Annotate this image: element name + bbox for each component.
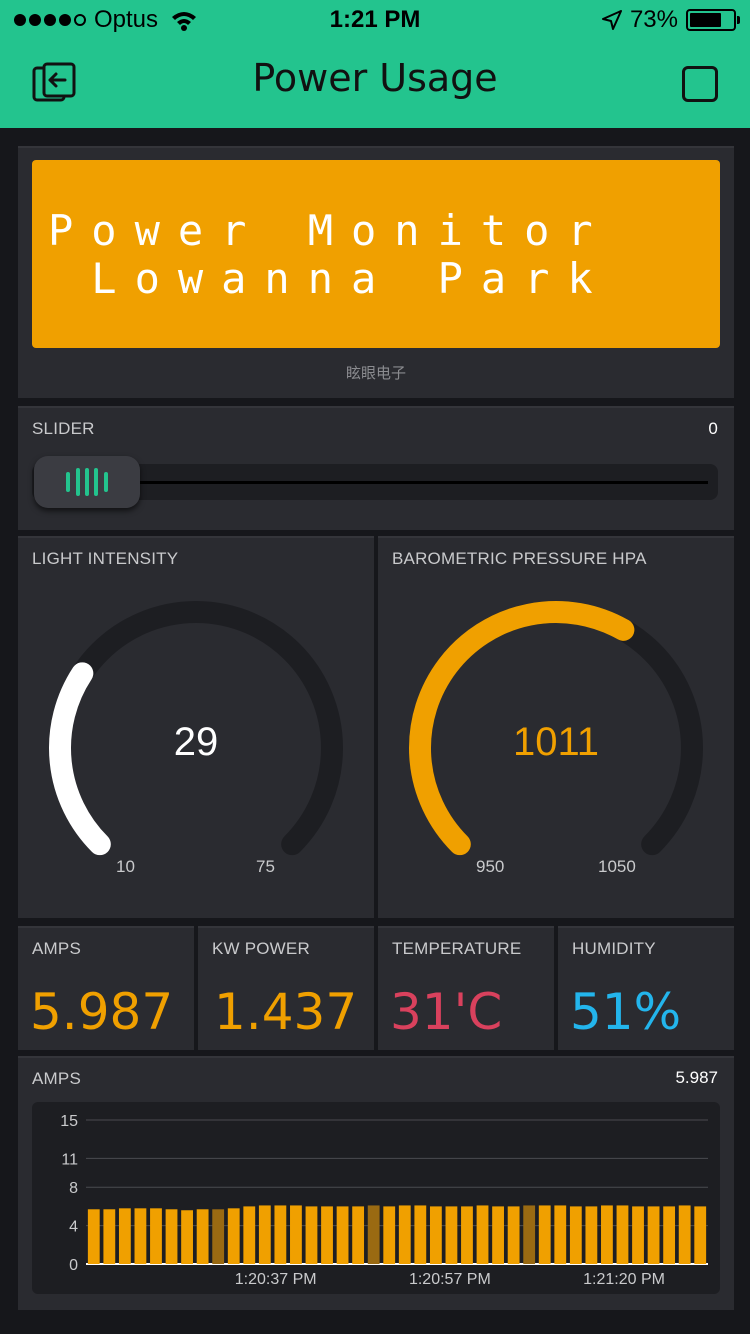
value-temperature: 31'C bbox=[390, 983, 503, 1041]
chart-bar bbox=[274, 1205, 287, 1264]
chart-bar bbox=[616, 1205, 629, 1264]
chart-bar bbox=[227, 1208, 240, 1264]
chart-bar bbox=[87, 1209, 100, 1264]
chart-bar bbox=[694, 1206, 707, 1264]
chart-bar bbox=[321, 1206, 333, 1264]
chart-bar bbox=[538, 1205, 551, 1264]
chart-bar bbox=[383, 1206, 396, 1264]
chart-y-tick-label: 11 bbox=[61, 1151, 78, 1168]
chart-bar bbox=[150, 1208, 162, 1264]
chart-x-tick-label: 1:21:20 PM bbox=[583, 1271, 665, 1288]
slider-value: 0 bbox=[708, 419, 718, 438]
slider-grip-icon bbox=[94, 468, 98, 496]
chart-bar bbox=[601, 1205, 613, 1264]
value-amps: 5.987 bbox=[30, 983, 174, 1041]
slider-label: SLIDER bbox=[32, 419, 95, 438]
chart-x-tick-label: 1:20:57 PM bbox=[409, 1271, 491, 1288]
chart-bar bbox=[554, 1205, 567, 1264]
slider-thumb[interactable] bbox=[34, 456, 140, 508]
status-bar: Optus 1:21 PM 73% bbox=[0, 0, 750, 40]
location-arrow-icon bbox=[601, 10, 622, 30]
lcd-caption: 眩眼电子 bbox=[345, 364, 406, 382]
chart-bar bbox=[476, 1205, 489, 1264]
chart-y-tick-label: 15 bbox=[60, 1113, 78, 1130]
gauge-min-pressure: 950 bbox=[476, 857, 505, 876]
gauge-min-light: 10 bbox=[116, 857, 135, 876]
chart-bar bbox=[507, 1206, 520, 1264]
value-label-temperature: TEMPERATURE bbox=[392, 939, 522, 958]
value-label-humidity: HUMIDITY bbox=[572, 939, 656, 958]
chart-bar bbox=[445, 1206, 458, 1264]
chart-bar bbox=[367, 1205, 380, 1264]
chart-bar bbox=[243, 1206, 256, 1264]
chart-bar bbox=[165, 1209, 178, 1264]
chart-current-value: 5.987 bbox=[675, 1068, 718, 1087]
chart-bar bbox=[103, 1209, 116, 1264]
chart-bar bbox=[492, 1206, 504, 1264]
battery-level bbox=[690, 13, 721, 27]
value-label-kw: KW POWER bbox=[212, 939, 310, 958]
slider-grip-icon bbox=[104, 472, 108, 492]
chart-bar bbox=[523, 1205, 536, 1264]
chart-bar bbox=[647, 1206, 660, 1264]
slider-grip-icon bbox=[85, 468, 89, 496]
stop-button[interactable] bbox=[682, 66, 718, 102]
gauge-max-pressure: 1050 bbox=[598, 857, 636, 876]
lcd-display: Power Monitor Lowanna Park bbox=[32, 160, 720, 348]
chart-bar bbox=[429, 1206, 442, 1264]
value-humidity: 51% bbox=[570, 983, 682, 1041]
chart-y-tick-label: 4 bbox=[69, 1219, 78, 1236]
chart-bar bbox=[663, 1206, 676, 1264]
gauge-value-pressure: 1011 bbox=[512, 720, 599, 764]
chart-label: AMPS bbox=[32, 1069, 81, 1088]
chart-bar bbox=[352, 1206, 365, 1264]
slider-grip-icon bbox=[66, 472, 70, 492]
chart-bar bbox=[632, 1206, 644, 1264]
page-title: Power Usage bbox=[252, 56, 498, 100]
chart-y-tick-label: 8 bbox=[69, 1180, 78, 1197]
chart-bar bbox=[212, 1209, 225, 1264]
nav-bar: Power Usage bbox=[0, 40, 750, 128]
amps-bar-chart: 15 11 8 4 0 1:20:37 PM 1:20:57 PM 1:21:20 PM bbox=[60, 1113, 708, 1288]
chart-bar bbox=[134, 1208, 147, 1264]
chart-bar bbox=[305, 1206, 318, 1264]
value-kw: 1.437 bbox=[214, 983, 358, 1041]
slider-grip-icon bbox=[76, 468, 80, 496]
gauge-value-light: 29 bbox=[173, 720, 219, 764]
lcd-line-2: Lowanna Park bbox=[48, 254, 611, 303]
chart-bar bbox=[258, 1205, 271, 1264]
value-label-amps: AMPS bbox=[32, 939, 81, 958]
chart-bar bbox=[461, 1206, 473, 1264]
chart-bar bbox=[569, 1206, 582, 1264]
chart-bar bbox=[290, 1205, 302, 1264]
chart-bar bbox=[118, 1208, 131, 1264]
slider-rail bbox=[132, 481, 708, 484]
chart-bar bbox=[585, 1206, 598, 1264]
battery-percent: 73% bbox=[629, 6, 678, 33]
chart-x-tick-label: 1:20:37 PM bbox=[235, 1271, 317, 1288]
chart-bar bbox=[678, 1205, 691, 1264]
battery-icon bbox=[686, 9, 740, 31]
chart-bar bbox=[196, 1209, 209, 1264]
lcd-line-1: Power Monitor bbox=[48, 206, 611, 255]
chart-y-tick-label: 0 bbox=[69, 1257, 78, 1274]
chart-bar bbox=[181, 1210, 193, 1264]
status-right: 73% bbox=[601, 6, 740, 34]
chart-bar bbox=[336, 1206, 349, 1264]
gauge-max-light: 75 bbox=[256, 857, 275, 876]
chart-bar bbox=[398, 1205, 411, 1264]
chart-area[interactable]: 15 11 8 4 0 1:20:37 PM 1:20:57 PM 1:21:20 PM bbox=[32, 1102, 720, 1294]
chart-bar bbox=[414, 1205, 427, 1264]
